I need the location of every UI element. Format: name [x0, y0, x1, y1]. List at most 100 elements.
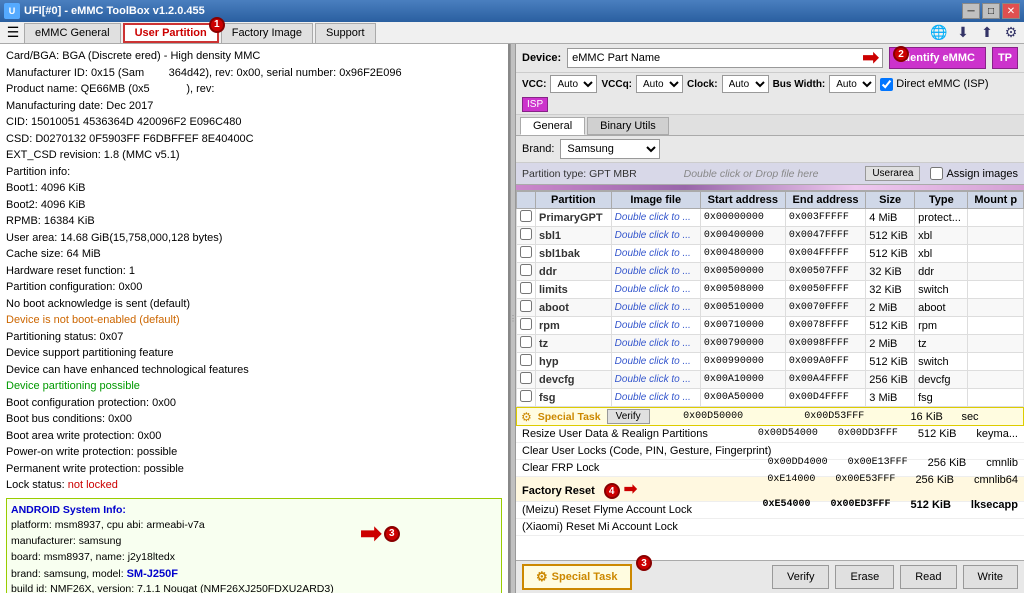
row-type: aboot	[915, 299, 968, 317]
task-end: 0x00DD3FFF	[838, 428, 898, 440]
boot-write-prot-line: Boot area write protection: 0x00	[6, 428, 502, 445]
drop-area[interactable]: Double click or Drop file here	[647, 168, 856, 180]
row-image[interactable]: Double click to ...	[611, 335, 700, 353]
close-button[interactable]: ✕	[1002, 3, 1020, 19]
userarea-button[interactable]: Userarea	[865, 166, 920, 181]
table-row[interactable]: ddr Double click to ... 0x00500000 0x005…	[517, 263, 1024, 281]
row-checkbox[interactable]	[517, 209, 536, 227]
row-image[interactable]: Double click to ...	[611, 281, 700, 299]
direct-emmc-checkbox[interactable]	[880, 78, 893, 91]
read-button[interactable]: Read	[900, 565, 956, 589]
row-end: 0x003FFFFF	[785, 209, 865, 227]
maximize-button[interactable]: □	[982, 3, 1000, 19]
verify-special-button[interactable]: Verify	[607, 409, 650, 424]
row-image[interactable]: Double click to ...	[611, 389, 700, 407]
assign-images-label[interactable]: Assign images	[930, 167, 1018, 180]
tp-button[interactable]: TP	[992, 47, 1018, 69]
col-end-address: End address	[785, 192, 865, 209]
row-size: 3 MiB	[866, 389, 915, 407]
erase-button[interactable]: Erase	[835, 565, 894, 589]
bottom-bar: ⚙ Special Task 3 Verify Erase Read Write	[516, 560, 1024, 593]
device-row: Device: 2 ➡ Identify eMMC TP	[516, 44, 1024, 73]
titlebar-left: U UFI[#0] - eMMC ToolBox v1.2.0.455	[4, 3, 205, 19]
tab-factory-image[interactable]: Factory Image	[221, 23, 313, 43]
vccq-select[interactable]: Auto	[636, 75, 683, 93]
device-input[interactable]	[567, 48, 883, 68]
row-checkbox[interactable]	[517, 299, 536, 317]
task-row[interactable]: Clear User Locks (Code, PIN, Gesture, Fi…	[516, 443, 1024, 460]
settings-icon[interactable]: ⚙	[1000, 23, 1022, 43]
annotation-badge-3: 3	[384, 526, 400, 542]
globe-icon[interactable]: 🌐	[928, 23, 950, 43]
not-boot-enabled-line: Device is not boot-enabled (default)	[6, 312, 502, 329]
minimize-button[interactable]: ─	[962, 3, 980, 19]
row-image[interactable]: Double click to ...	[611, 299, 700, 317]
direct-emmc-checkbox-label[interactable]: Direct eMMC (ISP)	[880, 78, 988, 91]
row-image[interactable]: Double click to ...	[611, 209, 700, 227]
vcc-select[interactable]: Auto	[550, 75, 597, 93]
row-image[interactable]: Double click to ...	[611, 227, 700, 245]
table-row[interactable]: sbl1 Double click to ... 0x00400000 0x00…	[517, 227, 1024, 245]
sub-tab-binary-utils[interactable]: Binary Utils	[587, 117, 669, 135]
tab-user-partition[interactable]: User Partition 1	[123, 23, 219, 43]
verify-button[interactable]: Verify	[772, 565, 830, 589]
partitioning-possible-line: Device partitioning possible	[6, 378, 502, 395]
row-mount	[968, 353, 1024, 371]
row-checkbox[interactable]	[517, 227, 536, 245]
hamburger-menu[interactable]: ☰	[2, 23, 24, 43]
table-row[interactable]: limits Double click to ... 0x00508000 0x…	[517, 281, 1024, 299]
row-image[interactable]: Double click to ...	[611, 371, 700, 389]
row-image[interactable]: Double click to ...	[611, 353, 700, 371]
download-icon[interactable]: ⬇	[952, 23, 974, 43]
task-row[interactable]: (Xiaomi) Reset Mi Account Lock	[516, 519, 1024, 536]
table-row[interactable]: PrimaryGPT Double click to ... 0x0000000…	[517, 209, 1024, 227]
row-checkbox[interactable]	[517, 281, 536, 299]
row-start: 0x00508000	[700, 281, 785, 299]
row-image[interactable]: Double click to ...	[611, 263, 700, 281]
clock-select[interactable]: Auto	[722, 75, 769, 93]
partition-table: Partition Image file Start address End a…	[516, 191, 1024, 560]
row-checkbox[interactable]	[517, 317, 536, 335]
right-panel: Device: 2 ➡ Identify eMMC TP VCC: Auto V…	[516, 44, 1024, 593]
permanent-prot-line: Permanent write protection: possible	[6, 461, 502, 478]
table-row[interactable]: rpm Double click to ... 0x00710000 0x007…	[517, 317, 1024, 335]
row-checkbox[interactable]	[517, 263, 536, 281]
row-image[interactable]: Double click to ...	[611, 317, 700, 335]
table-row[interactable]: sbl1bak Double click to ... 0x00480000 0…	[517, 245, 1024, 263]
row-checkbox[interactable]	[517, 353, 536, 371]
row-checkbox[interactable]	[517, 335, 536, 353]
isp-button[interactable]: ISP	[522, 97, 548, 112]
row-partition: tz	[536, 335, 612, 353]
bus-width-select[interactable]: Auto	[829, 75, 876, 93]
table-header-row: Partition Image file Start address End a…	[517, 192, 1024, 209]
row-size: 512 KiB	[866, 317, 915, 335]
row-image[interactable]: Double click to ...	[611, 245, 700, 263]
assign-images-checkbox[interactable]	[930, 167, 943, 180]
brand-select[interactable]: Samsung	[560, 139, 660, 159]
titlebar-controls[interactable]: ─ □ ✕	[962, 3, 1020, 19]
tab-emmc-general[interactable]: eMMC General	[24, 23, 121, 43]
row-checkbox[interactable]	[517, 371, 536, 389]
table-row[interactable]: tz Double click to ... 0x00790000 0x0098…	[517, 335, 1024, 353]
upload-icon[interactable]: ⬆	[976, 23, 998, 43]
sub-tab-general[interactable]: General	[520, 117, 585, 135]
special-task-button[interactable]: ⚙ Special Task	[522, 564, 632, 590]
row-end: 0x00A4FFFF	[785, 371, 865, 389]
tab-support[interactable]: Support	[315, 23, 376, 43]
table-row[interactable]: hyp Double click to ... 0x00990000 0x009…	[517, 353, 1024, 371]
row-partition: hyp	[536, 353, 612, 371]
row-start: 0x00A50000	[700, 389, 785, 407]
row-partition: fsg	[536, 389, 612, 407]
special-type: sec	[961, 411, 1019, 423]
write-button[interactable]: Write	[963, 565, 1018, 589]
special-start: 0x00D50000	[656, 411, 771, 422]
row-start: 0x00480000	[700, 245, 785, 263]
table-row[interactable]: fsg Double click to ... 0x00A50000 0x00D…	[517, 389, 1024, 407]
table-row[interactable]: aboot Double click to ... 0x00510000 0x0…	[517, 299, 1024, 317]
row-checkbox[interactable]	[517, 245, 536, 263]
row-end: 0x0047FFFF	[785, 227, 865, 245]
task-row[interactable]: Resize User Data & Realign Partitions 0x…	[516, 426, 1024, 443]
table-row[interactable]: devcfg Double click to ... 0x00A10000 0x…	[517, 371, 1024, 389]
support-partition-line: Device support partitioning feature	[6, 345, 502, 362]
row-checkbox[interactable]	[517, 389, 536, 407]
